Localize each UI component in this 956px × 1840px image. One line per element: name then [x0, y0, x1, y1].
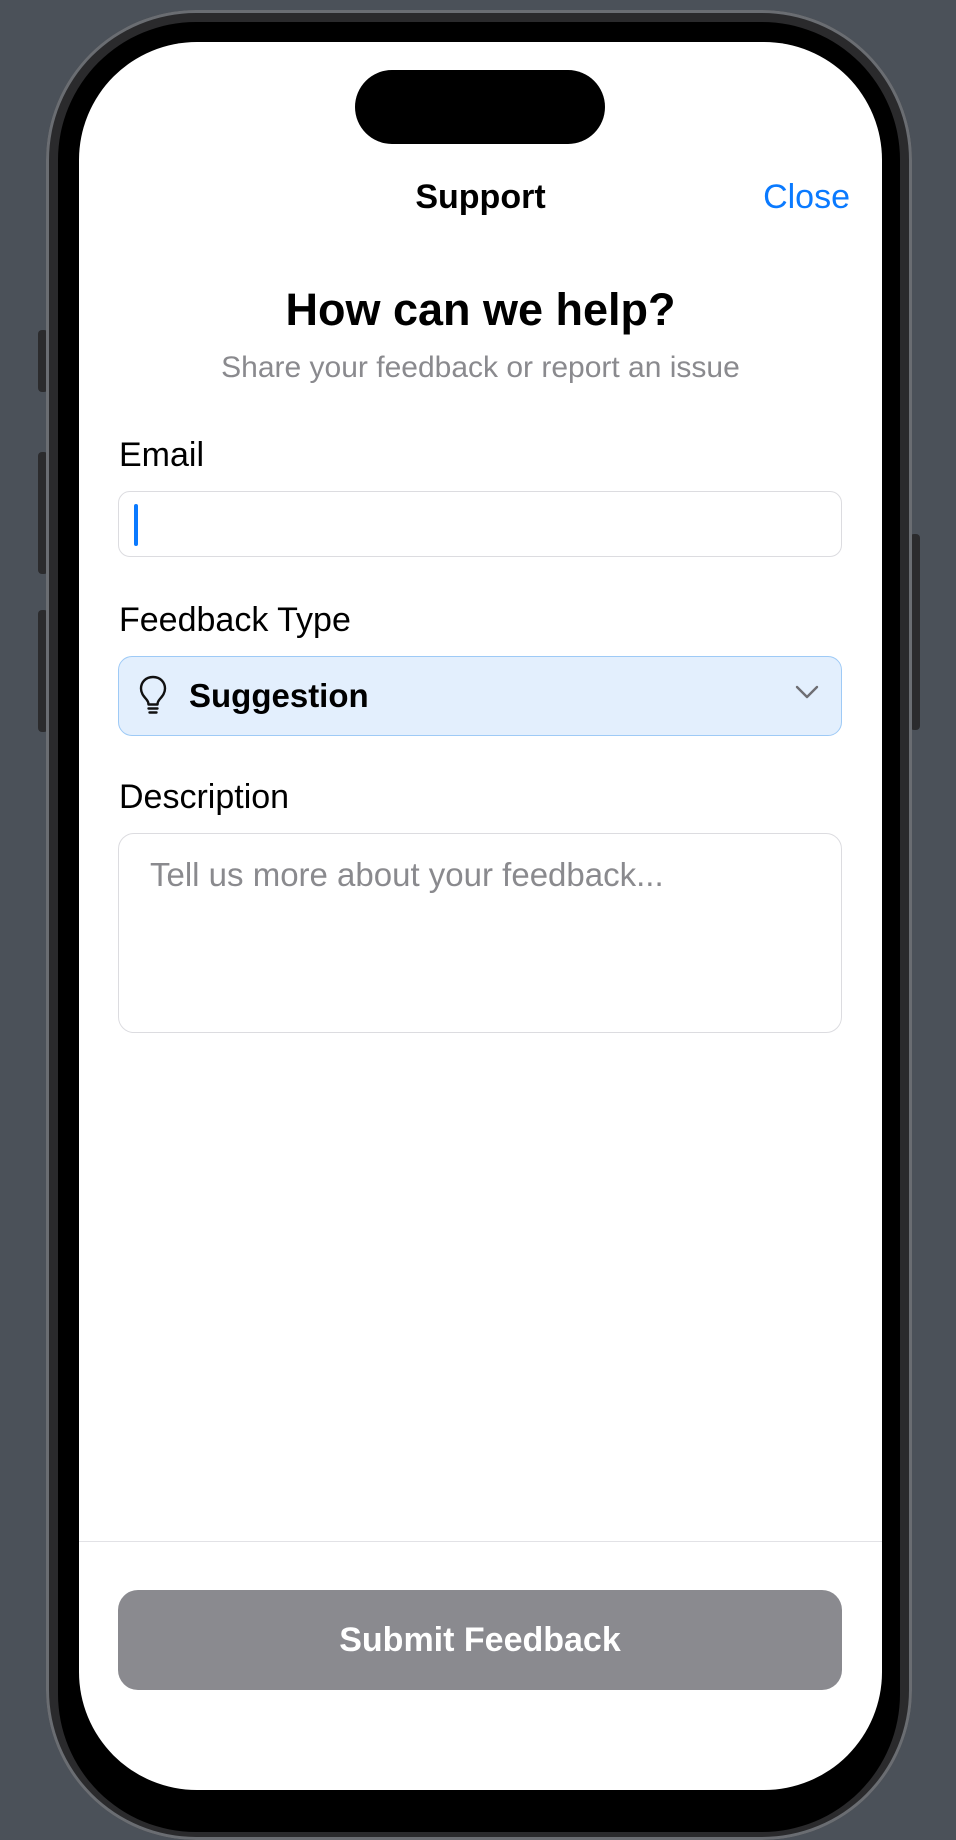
submit-feedback-button[interactable]: Submit Feedback: [118, 1590, 842, 1690]
dynamic-island: [355, 70, 605, 144]
description-placeholder: Tell us more about your feedback...: [150, 856, 664, 893]
page-subheading: Share your feedback or report an issue: [221, 351, 740, 384]
lightbulb-icon: [139, 675, 167, 714]
feedback-type-label: Feedback Type: [119, 601, 351, 639]
page-heading: How can we help?: [285, 284, 676, 335]
description-label: Description: [119, 778, 290, 816]
feedback-type-select[interactable]: Suggestion: [118, 656, 842, 736]
screen: Support Close How can we help? Share you…: [79, 42, 882, 1790]
text-cursor: [134, 504, 138, 546]
feedback-type-value: Suggestion: [189, 677, 369, 714]
email-field[interactable]: [118, 491, 842, 557]
close-button[interactable]: Close: [763, 178, 850, 217]
chevron-down-icon: [795, 685, 819, 699]
nav-title: Support: [415, 178, 546, 216]
description-field[interactable]: Tell us more about your feedback...: [118, 833, 842, 1033]
footer-divider: [79, 1541, 882, 1542]
email-label: Email: [119, 436, 205, 474]
